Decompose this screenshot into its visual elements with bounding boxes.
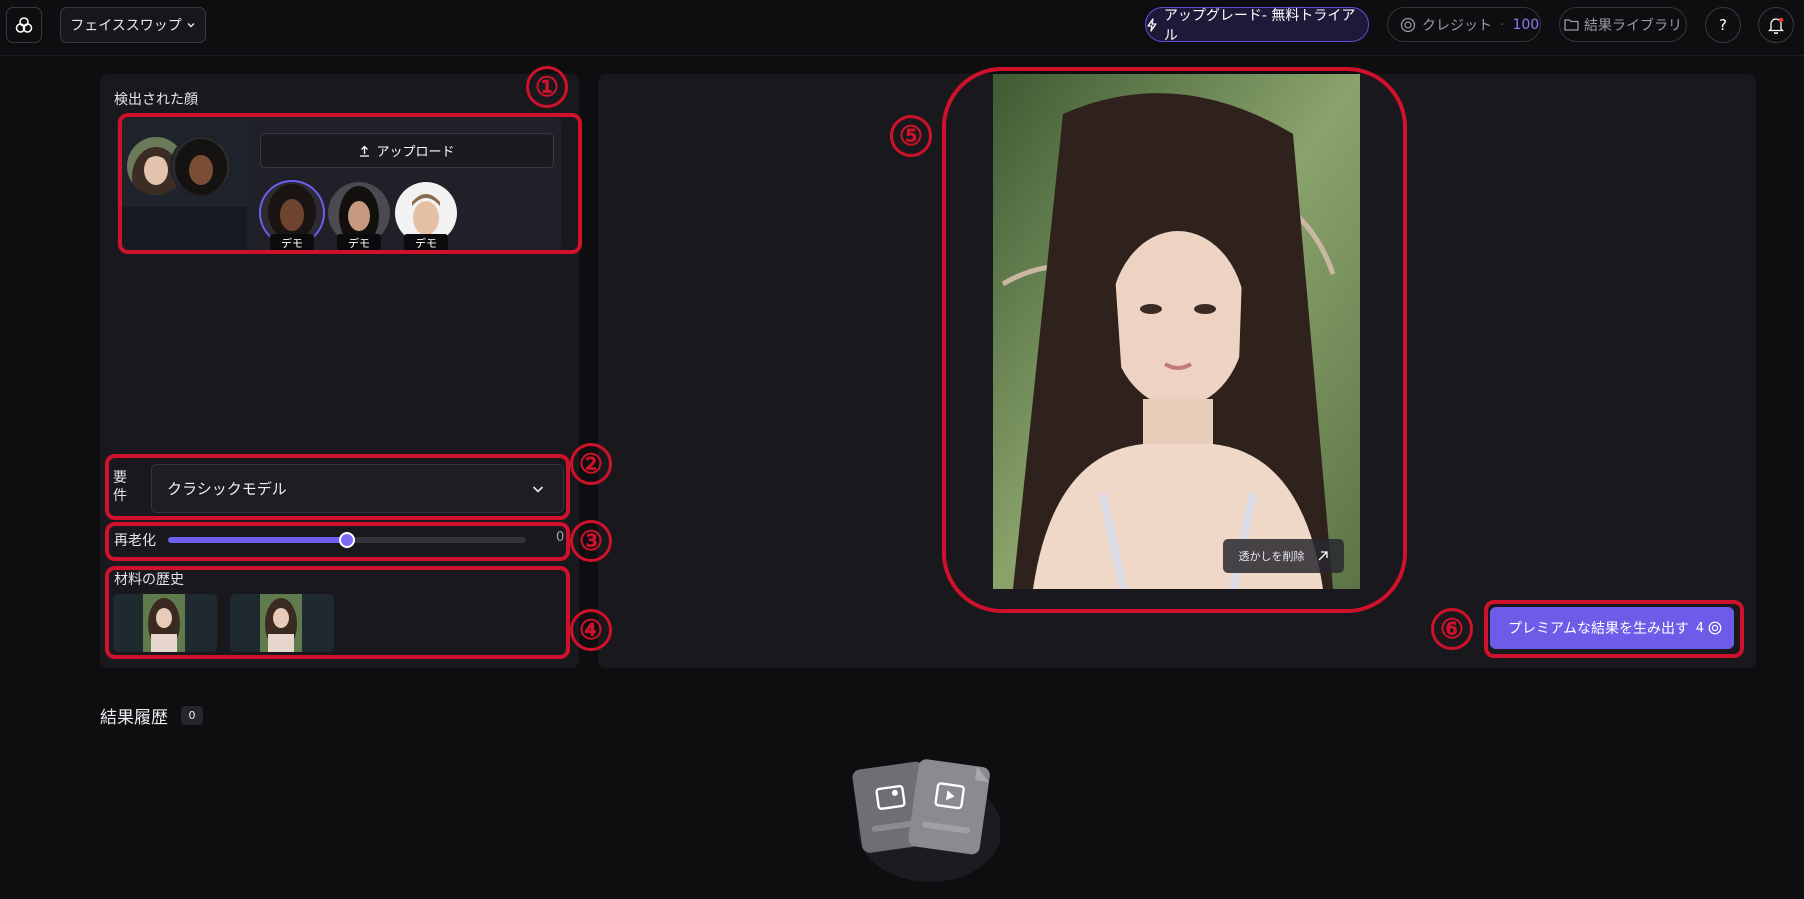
credit-display[interactable]: クレジット · 100 <box>1387 7 1541 42</box>
app-switcher-dropdown[interactable]: フェイススワップ <box>60 7 206 43</box>
annotation-marker-3: ③ <box>570 520 612 562</box>
upload-label: アップロード <box>376 145 455 160</box>
demo-tag: デモ <box>270 234 314 251</box>
detected-faces-title: 検出された顔 <box>114 92 198 108</box>
help-button[interactable]: ? <box>1705 7 1741 43</box>
top-bar: フェイススワップ アップグレード- 無料トライアル クレジット · 100 結果… <box>0 0 1804 56</box>
logo-icon <box>15 17 33 33</box>
material-history-item[interactable] <box>230 594 334 652</box>
model-select[interactable]: クラシックモデル <box>151 464 564 513</box>
credit-label: クレジット <box>1422 17 1492 34</box>
credit-separator: · <box>1500 16 1505 33</box>
reaging-value: 0 <box>556 530 565 545</box>
empty-state-illustration <box>850 755 1002 885</box>
generate-label: プレミアムな結果を生み出す <box>1508 621 1690 637</box>
coin-icon <box>1400 17 1416 32</box>
annotation-marker-6: ⑥ <box>1431 608 1473 650</box>
results-history-title: 結果履歴 <box>100 708 168 728</box>
upgrade-label: アップグレード- 無料トライアル <box>1163 7 1356 44</box>
folder-icon <box>1564 19 1579 31</box>
annotation-marker-4: ④ <box>570 609 612 651</box>
preview-panel: 透かしを削除 プレミアムな結果を生み出す 4 <box>598 74 1756 668</box>
reaging-label: 再老化 <box>114 533 156 549</box>
notification-button[interactable] <box>1758 7 1794 43</box>
generate-premium-button[interactable]: プレミアムな結果を生み出す 4 <box>1490 607 1734 649</box>
upload-icon <box>360 145 370 157</box>
remove-watermark-label: 透かしを削除 <box>1238 550 1305 563</box>
reaging-slider[interactable] <box>168 532 526 548</box>
arrow-up-right-icon <box>1318 551 1328 561</box>
reaging-slider-thumb[interactable] <box>339 532 355 548</box>
detected-faces-area <box>117 117 247 252</box>
material-history-title: 材料の歴史 <box>114 572 184 588</box>
model-select-value: クラシックモデル <box>167 480 287 498</box>
annotation-marker-2: ② <box>570 443 612 485</box>
generate-cost-value: 4 <box>1695 620 1704 636</box>
credit-value: 100 <box>1512 16 1540 33</box>
app-logo-button[interactable] <box>6 7 42 43</box>
annotation-marker-1: ① <box>526 66 568 108</box>
chevron-down-icon <box>187 23 195 28</box>
results-history-count: 0 <box>181 706 203 725</box>
lightning-icon <box>1147 17 1157 32</box>
bell-icon <box>1768 17 1784 34</box>
material-thumbnail <box>143 594 185 652</box>
material-thumbnail <box>260 594 302 652</box>
faces-box: アップロード デモ デモ デモ <box>117 117 561 252</box>
result-library-label: 結果ライブラリ <box>1584 17 1682 34</box>
app-switcher-label: フェイススワップ <box>70 18 182 34</box>
settings-panel: 検出された顔 アップロード デモ デモ デモ 要件 クラシックモデル 再老化 0… <box>100 74 579 668</box>
upgrade-button[interactable]: アップグレード- 無料トライアル <box>1145 7 1369 44</box>
demo-tag: デモ <box>337 234 381 251</box>
upload-button[interactable]: アップロード <box>260 133 554 168</box>
requirement-label: 要件 <box>113 470 127 504</box>
preview-image: 透かしを削除 <box>993 74 1360 589</box>
demo-tag: デモ <box>404 234 448 251</box>
result-library-button[interactable]: 結果ライブラリ <box>1559 7 1687 42</box>
detected-face-2[interactable] <box>172 137 230 195</box>
generate-cost: 4 <box>1696 621 1722 636</box>
annotation-marker-5: ⑤ <box>890 115 932 157</box>
coin-icon <box>1708 621 1722 635</box>
help-icon: ? <box>1719 16 1727 34</box>
reaging-slider-fill <box>168 537 347 543</box>
chevron-down-icon <box>532 485 544 493</box>
material-history-item[interactable] <box>113 594 217 652</box>
remove-watermark-button[interactable]: 透かしを削除 <box>1223 539 1344 573</box>
